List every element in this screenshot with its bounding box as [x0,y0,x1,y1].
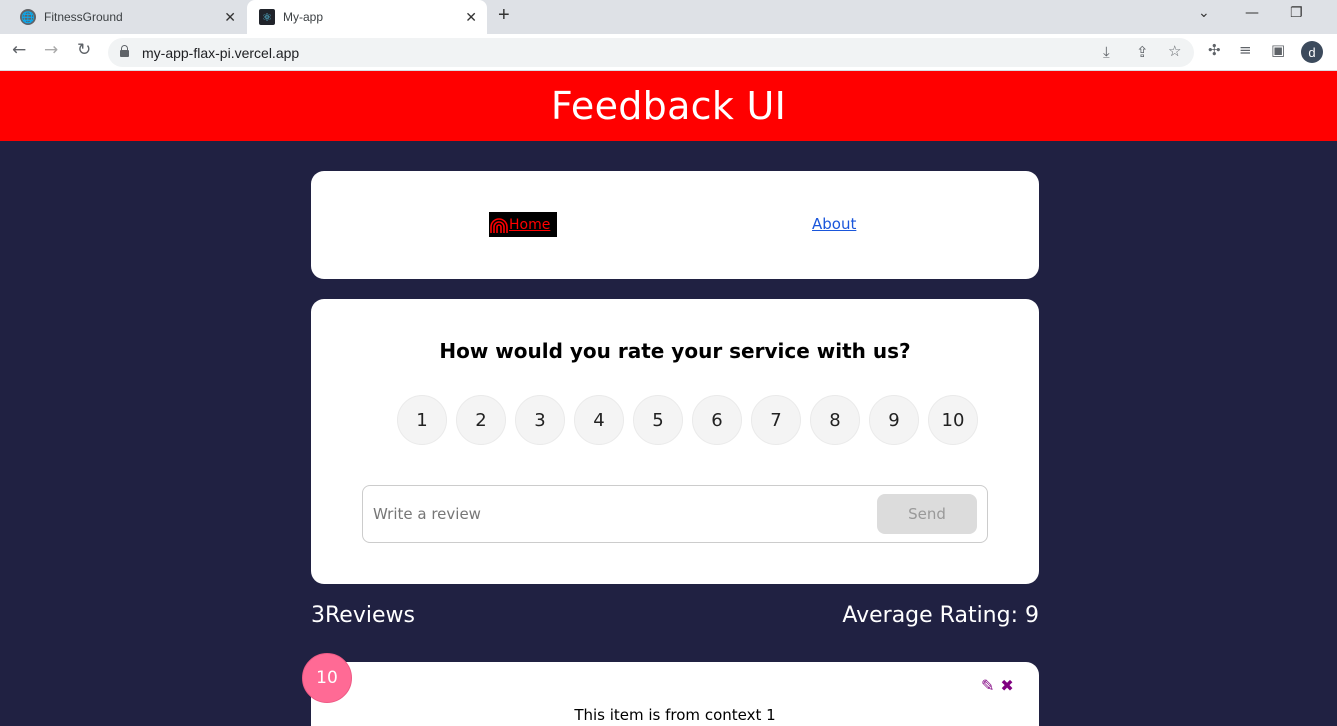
rating-option-3[interactable]: 3 [515,395,565,445]
rating-option-1[interactable]: 1 [397,395,447,445]
address-bar[interactable]: my-app-flax-pi.vercel.app ⤓ ⇪ ☆ [108,38,1194,67]
new-tab-button[interactable]: + [498,4,510,27]
tab-title: My-app [283,10,324,24]
reading-list-icon[interactable]: ≡ [1239,43,1252,58]
feedback-rating-badge: 10 [302,653,352,703]
bookmark-star-icon[interactable]: ☆ [1168,44,1181,59]
close-icon[interactable]: ✖ [1000,676,1013,695]
rating-option-2[interactable]: 2 [456,395,506,445]
reviews-count-number: 3 [311,603,325,628]
url-text[interactable]: my-app-flax-pi.vercel.app [142,45,299,61]
review-input[interactable] [364,487,864,541]
edit-icon[interactable]: ✎ [981,676,994,695]
minimize-icon[interactable]: — [1245,5,1259,21]
restore-icon[interactable]: ❐ [1290,5,1303,21]
home-link[interactable]: Home [489,212,557,237]
forward-icon[interactable]: → [44,40,58,60]
extensions-icon[interactable]: ✣ [1208,43,1221,58]
rating-option-7[interactable]: 7 [751,395,801,445]
rating-option-5[interactable]: 5 [633,395,683,445]
home-link-label: Home [509,216,551,233]
average-rating: Average Rating: 9 [842,603,1039,628]
reload-icon[interactable]: ↻ [77,40,91,60]
globe-icon: 🌐 [20,9,36,25]
tab-search-icon[interactable]: ⌄ [1198,5,1210,21]
fingerprint-icon [490,217,508,233]
page-title: Feedback UI [550,84,787,128]
rating-option-8[interactable]: 8 [810,395,860,445]
tab-fitnessground[interactable]: 🌐 FitnessGround ✕ [8,0,246,34]
feedback-text: This item is from context 1 [574,706,776,724]
about-link[interactable]: About [812,215,856,233]
reviews-count: 3Reviews [311,603,415,628]
tab-strip: 🌐 FitnessGround ✕ ⚛ My-app ✕ + ⌄ — ❐ [0,0,1337,34]
rating-options: 1 2 3 4 5 6 7 8 9 10 [397,395,978,445]
rating-card: How would you rate your service with us?… [311,299,1039,584]
nav-card: Home About [311,171,1039,279]
tab-my-app[interactable]: ⚛ My-app ✕ [247,0,487,34]
rating-option-9[interactable]: 9 [869,395,919,445]
reviews-count-label: Reviews [325,603,415,628]
tab-close-icon[interactable]: ✕ [224,9,236,26]
app-header: Feedback UI [0,71,1337,141]
share-icon[interactable]: ⇪ [1136,45,1149,60]
back-icon[interactable]: ← [12,40,26,60]
feedback-item: ✎ ✖ This item is from context 1 [311,662,1039,726]
react-icon: ⚛ [259,9,275,25]
profile-avatar[interactable]: d [1301,41,1323,63]
tab-close-icon[interactable]: ✕ [465,9,477,26]
browser-toolbar: ← → ↻ my-app-flax-pi.vercel.app ⤓ ⇪ ☆ ✣ … [0,34,1337,71]
tab-title: FitnessGround [44,10,123,24]
rating-option-6[interactable]: 6 [692,395,742,445]
lock-icon[interactable] [120,45,129,57]
side-panel-icon[interactable]: ▣ [1271,43,1285,58]
rating-question: How would you rate your service with us? [439,339,911,363]
install-icon[interactable]: ⤓ [1103,45,1110,60]
feedback-actions: ✎ ✖ [981,676,1014,695]
send-button[interactable]: Send [877,494,977,534]
rating-option-4[interactable]: 4 [574,395,624,445]
review-input-group: Send [362,485,988,543]
rating-option-10[interactable]: 10 [928,395,978,445]
